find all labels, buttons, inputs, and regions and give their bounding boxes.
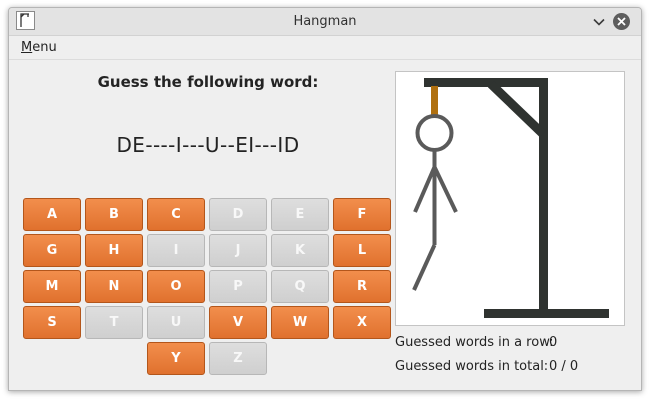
letter-button-t: T	[85, 306, 143, 339]
menu-mnemonic: M	[21, 40, 33, 55]
rope	[431, 86, 438, 118]
letter-keyboard: ABCDEF GHIJKL MNOPQR STUVWX YZ	[23, 198, 393, 378]
letter-button-o[interactable]: O	[147, 270, 205, 303]
figure-head	[415, 114, 454, 152]
letter-button-g[interactable]: G	[23, 234, 81, 267]
figure-right-arm	[432, 166, 458, 213]
letter-button-h[interactable]: H	[85, 234, 143, 267]
letter-button-m[interactable]: M	[23, 270, 81, 303]
letter-button-p: P	[209, 270, 267, 303]
close-icon	[613, 13, 630, 30]
menu-label-rest: enu	[32, 40, 57, 55]
menu-menu[interactable]: Menu	[21, 40, 57, 55]
masked-word: DE----I---U--EI---ID	[116, 133, 300, 157]
letter-button-f[interactable]: F	[333, 198, 391, 231]
menu-bar: Menu	[9, 36, 641, 60]
letter-button-v[interactable]: V	[209, 306, 267, 339]
letter-button-q: Q	[271, 270, 329, 303]
streak-label: Guessed words in a row:	[395, 335, 554, 350]
letter-button-c[interactable]: C	[147, 198, 205, 231]
letter-button-s[interactable]: S	[23, 306, 81, 339]
total-value: 0 / 0	[549, 359, 579, 374]
letter-button-d: D	[209, 198, 267, 231]
letter-button-w[interactable]: W	[271, 306, 329, 339]
chevron-down-icon	[592, 18, 605, 26]
letter-button-j: J	[209, 234, 267, 267]
hangman-window: Hangman Menu Guess the following word: D…	[8, 7, 642, 391]
minimize-button[interactable]	[589, 12, 608, 31]
streak-value: 0	[549, 335, 558, 350]
window-title: Hangman	[293, 14, 357, 29]
total-label: Guessed words in total:	[395, 359, 549, 374]
letter-button-k: K	[271, 234, 329, 267]
close-button[interactable]	[612, 12, 631, 31]
letter-button-e: E	[271, 198, 329, 231]
title-bar[interactable]: Hangman	[9, 8, 641, 36]
letter-button-l[interactable]: L	[333, 234, 391, 267]
gallows-beam	[424, 78, 548, 87]
gallows-brace	[487, 80, 547, 138]
letter-button-i: I	[147, 234, 205, 267]
gallows	[424, 78, 609, 318]
letter-button-u: U	[147, 306, 205, 339]
letter-button-z: Z	[209, 342, 267, 375]
hanged-figure	[412, 114, 458, 291]
gallows-post	[539, 78, 548, 314]
figure-leg	[412, 244, 437, 291]
letter-button-a[interactable]: A	[23, 198, 81, 231]
letter-button-b[interactable]: B	[85, 198, 143, 231]
gallows-figure	[412, 78, 609, 318]
guess-prompt: Guess the following word:	[97, 73, 319, 91]
letter-button-y[interactable]: Y	[147, 342, 205, 375]
figure-left-arm	[413, 166, 437, 213]
letter-button-n[interactable]: N	[85, 270, 143, 303]
letter-button-r[interactable]: R	[333, 270, 391, 303]
letter-button-x[interactable]: X	[333, 306, 391, 339]
hangman-drawing	[395, 71, 625, 326]
